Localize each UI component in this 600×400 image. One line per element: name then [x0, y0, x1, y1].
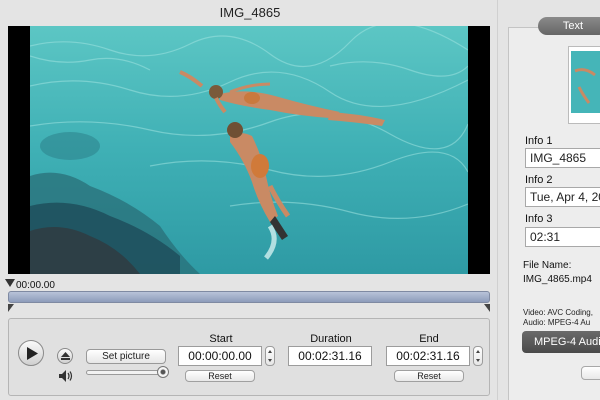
tab-text[interactable]: Text — [538, 17, 600, 35]
info1-label: Info 1 — [525, 135, 553, 147]
start-time-field[interactable]: 00:00:00.00 — [178, 346, 262, 366]
video-frame-image — [30, 26, 468, 274]
start-time-stepper[interactable] — [265, 346, 275, 366]
start-reset-button[interactable]: Reset — [185, 370, 255, 382]
info1-field[interactable]: IMG_4865 — [525, 148, 600, 168]
file-name-label: File Name: — [523, 260, 572, 271]
info3-label: Info 3 — [525, 213, 553, 225]
timeline-scrubber[interactable] — [8, 291, 490, 303]
panel-divider — [497, 0, 498, 400]
window-title: IMG_4865 — [219, 5, 281, 20]
file-name-value: IMG_4865.mp4 — [523, 274, 592, 285]
info3-field[interactable]: 02:31 — [525, 227, 600, 247]
info2-field[interactable]: Tue, Apr 4, 20 — [525, 187, 600, 207]
trim-end-handle[interactable] — [484, 304, 490, 312]
start-label: Start — [209, 333, 233, 345]
poster-thumbnail[interactable] — [568, 46, 600, 124]
eject-icon — [61, 352, 70, 360]
end-label: End — [419, 333, 439, 345]
volume-button[interactable] — [59, 369, 75, 383]
duration-label: Duration — [310, 333, 352, 345]
end-time-field[interactable]: 00:02:31.16 — [386, 346, 470, 366]
end-reset-button[interactable]: Reset — [394, 370, 464, 382]
info2-label: Info 2 — [525, 174, 553, 186]
current-time-readout: 00:00.00 — [16, 280, 55, 291]
playhead-marker[interactable] — [5, 279, 15, 287]
audio-format-button[interactable]: MPEG-4 Audi — [522, 331, 600, 353]
play-icon — [27, 347, 38, 360]
eject-button[interactable] — [57, 348, 73, 364]
speaker-icon — [59, 370, 73, 382]
audio-codec-info: Audio: MPEG-4 Au — [523, 318, 591, 327]
end-time-stepper[interactable] — [473, 346, 483, 366]
thumbnail-image — [569, 47, 600, 123]
volume-slider-knob[interactable] — [157, 366, 169, 378]
duration-field[interactable]: 00:02:31.16 — [288, 346, 372, 366]
volume-slider-track[interactable] — [86, 370, 162, 375]
video-codec-info: Video: AVC Coding, — [523, 308, 593, 317]
trim-start-handle[interactable] — [8, 304, 14, 312]
panel-action-button[interactable] — [581, 366, 600, 380]
set-picture-button[interactable]: Set picture — [86, 349, 166, 364]
video-preview[interactable] — [8, 26, 490, 274]
play-button[interactable] — [18, 340, 44, 366]
